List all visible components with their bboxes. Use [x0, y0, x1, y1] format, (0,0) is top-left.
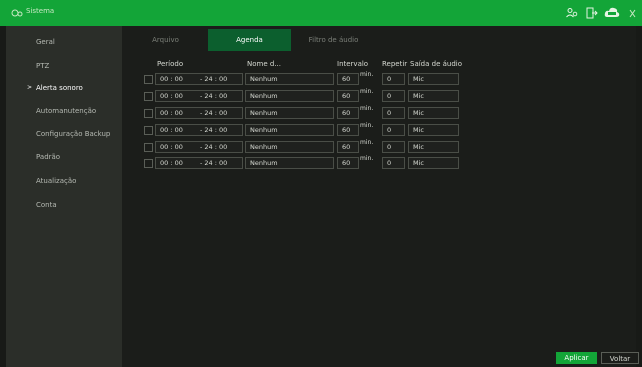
row-enable-checkbox[interactable]	[144, 126, 153, 135]
period-time-input[interactable]: 00 : 00- 24 : 00	[155, 141, 243, 153]
interval-input[interactable]: 60	[337, 157, 359, 169]
chevron-down-icon: ▾	[250, 76, 253, 82]
header-interval: Intervalo	[337, 60, 369, 68]
audio-name-select[interactable]: Nenhum ▾	[245, 157, 334, 169]
schedule-row: 00 : 00- 24 : 00 Nenhum ▾ 60 min. 0 Mic ▾	[0, 155, 642, 169]
interval-unit: min.	[360, 122, 374, 129]
chevron-down-icon: ▾	[250, 93, 253, 99]
system-gear-icon	[11, 9, 23, 17]
audio-name-select[interactable]: Nenhum ▾	[245, 124, 334, 136]
period-time-input[interactable]: 00 : 00- 24 : 00	[155, 107, 243, 119]
period-time-input[interactable]: 00 : 00- 24 : 00	[155, 73, 243, 85]
header-period: Período	[157, 60, 184, 68]
chevron-down-icon: ▾	[413, 76, 416, 82]
schedule-row: 00 : 00- 24 : 00 Nenhum ▾ 60 min. 0 Mic ▾	[0, 71, 642, 85]
header-name: Nome d...	[247, 60, 281, 68]
audio-output-select[interactable]: Mic ▾	[408, 90, 459, 102]
audio-output-select[interactable]: Mic ▾	[408, 73, 459, 85]
logout-icon[interactable]	[586, 7, 598, 19]
tab-filtro-de-audio[interactable]: Filtro de áudio	[292, 29, 375, 51]
repeat-input[interactable]: 0	[382, 157, 405, 169]
period-time-input[interactable]: 00 : 00- 24 : 00	[155, 157, 243, 169]
cloud-icon[interactable]	[604, 6, 620, 19]
schedule-row: 00 : 00- 24 : 00 Nenhum ▾ 60 min. 0 Mic ▾	[0, 105, 642, 119]
chevron-down-icon: ▾	[250, 127, 253, 133]
interval-unit: min.	[360, 139, 374, 146]
chevron-down-icon: ▾	[413, 93, 416, 99]
row-enable-checkbox[interactable]	[144, 75, 153, 84]
title-bar: Sistema	[0, 0, 642, 26]
audio-name-select[interactable]: Nenhum ▾	[245, 73, 334, 85]
header-repeat: Repetir	[382, 60, 408, 68]
repeat-input[interactable]: 0	[382, 107, 405, 119]
period-time-input[interactable]: 00 : 00- 24 : 00	[155, 90, 243, 102]
audio-name-select[interactable]: Nenhum ▾	[245, 107, 334, 119]
audio-output-select[interactable]: Mic ▾	[408, 124, 459, 136]
tab-arquivo[interactable]: Arquivo	[124, 29, 207, 51]
audio-output-select[interactable]: Mic ▾	[408, 157, 459, 169]
schedule-row: 00 : 00- 24 : 00 Nenhum ▾ 60 min. 0 Mic ▾	[0, 139, 642, 153]
row-enable-checkbox[interactable]	[144, 109, 153, 118]
interval-unit: min.	[360, 71, 374, 78]
interval-input[interactable]: 60	[337, 107, 359, 119]
audio-name-select[interactable]: Nenhum ▾	[245, 90, 334, 102]
interval-unit: min.	[360, 105, 374, 112]
period-time-input[interactable]: 00 : 00- 24 : 00	[155, 124, 243, 136]
window-title: Sistema	[26, 7, 55, 15]
tab-agenda[interactable]: Agenda	[208, 29, 291, 51]
chevron-down-icon: ▾	[250, 144, 253, 150]
row-enable-checkbox[interactable]	[144, 92, 153, 101]
audio-output-select[interactable]: Mic ▾	[408, 107, 459, 119]
chevron-down-icon: ▾	[250, 110, 253, 116]
header-output: Saída de áudio	[410, 60, 463, 68]
repeat-input[interactable]: 0	[382, 141, 405, 153]
chevron-down-icon: ▾	[250, 160, 253, 166]
sidebar-item-geral[interactable]: Geral	[6, 30, 122, 54]
audio-name-select[interactable]: Nenhum ▾	[245, 141, 334, 153]
row-enable-checkbox[interactable]	[144, 143, 153, 152]
schedule-row: 00 : 00- 24 : 00 Nenhum ▾ 60 min. 0 Mic ▾	[0, 122, 642, 136]
schedule-row: 00 : 00- 24 : 00 Nenhum ▾ 60 min. 0 Mic ▾	[0, 88, 642, 102]
chevron-down-icon: ▾	[413, 160, 416, 166]
repeat-input[interactable]: 0	[382, 73, 405, 85]
repeat-input[interactable]: 0	[382, 90, 405, 102]
chevron-down-icon: ▾	[413, 127, 416, 133]
apply-button[interactable]: Aplicar	[556, 352, 597, 364]
chevron-down-icon: ▾	[413, 144, 416, 150]
audio-output-select[interactable]: Mic ▾	[408, 141, 459, 153]
row-enable-checkbox[interactable]	[144, 159, 153, 168]
interval-unit: min.	[360, 88, 374, 95]
sidebar-item-conta[interactable]: Conta	[6, 193, 122, 217]
sidebar-item-atualizacao[interactable]: Atualização	[6, 169, 122, 193]
interval-input[interactable]: 60	[337, 73, 359, 85]
users-icon[interactable]	[566, 7, 578, 19]
chevron-down-icon: ▾	[413, 110, 416, 116]
repeat-input[interactable]: 0	[382, 124, 405, 136]
back-button[interactable]: Voltar	[601, 352, 639, 364]
interval-input[interactable]: 60	[337, 141, 359, 153]
close-icon[interactable]	[627, 9, 637, 19]
interval-unit: min.	[360, 155, 374, 162]
interval-input[interactable]: 60	[337, 124, 359, 136]
interval-input[interactable]: 60	[337, 90, 359, 102]
